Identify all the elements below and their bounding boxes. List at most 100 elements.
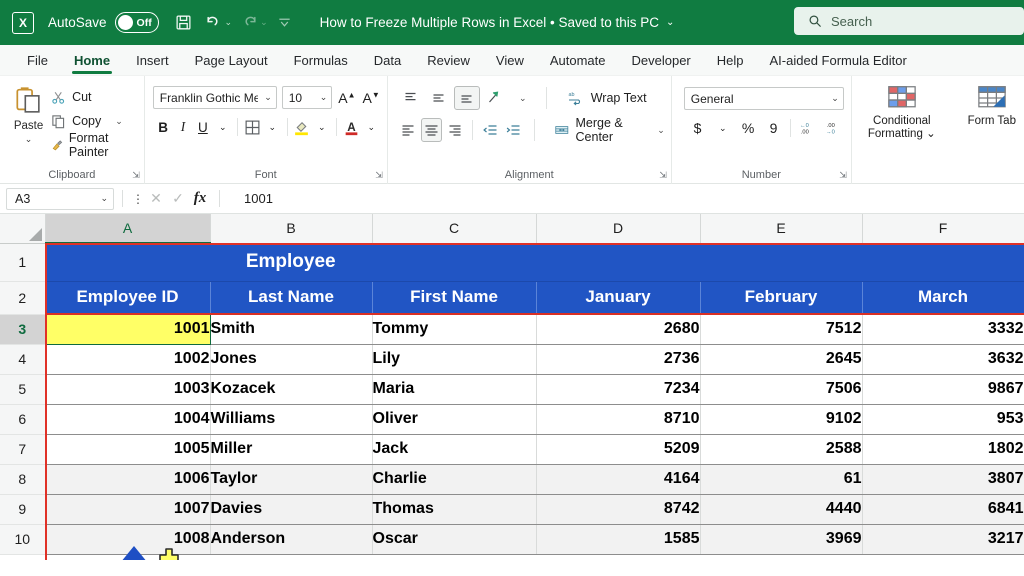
cell-d6[interactable]: 8710 [536, 404, 700, 434]
formula-bar-more-icon[interactable]: ⋮ [131, 192, 145, 206]
cell-a4[interactable]: 1002 [45, 344, 210, 374]
decrease-font-size-button[interactable]: A▼ [361, 90, 380, 106]
row-header-7[interactable]: 7 [0, 434, 45, 464]
number-format-select[interactable]: General ⌄ [684, 87, 844, 110]
cell-f3[interactable]: 3332 [862, 314, 1024, 344]
font-color-icon[interactable]: A [342, 115, 361, 139]
row-header-6[interactable]: 6 [0, 404, 45, 434]
cell-a7[interactable]: 1005 [45, 434, 210, 464]
row-header-1[interactable]: 1 [0, 243, 45, 281]
cell-a9[interactable]: 1007 [45, 494, 210, 524]
font-size-caret-icon[interactable]: ⌄ [320, 92, 328, 103]
font-name-input[interactable]: Franklin Gothic Me ⌄ [153, 86, 277, 109]
column-header-c[interactable]: C [372, 214, 536, 243]
cut-button[interactable]: Cut [51, 86, 138, 108]
cell-e7[interactable]: 2588 [700, 434, 862, 464]
cell-d5[interactable]: 7234 [536, 374, 700, 404]
italic-button[interactable]: I [174, 115, 193, 139]
cell-a8[interactable]: 1006 [45, 464, 210, 494]
cell-f10[interactable]: 3217 [862, 524, 1024, 554]
number-dialog-launcher-icon[interactable]: ⇲ [839, 170, 847, 181]
name-box[interactable]: A3 ⌄ [6, 188, 114, 210]
merged-title-cell[interactable]: Employee [45, 243, 536, 281]
insert-function-icon[interactable]: fx [189, 190, 211, 207]
header-cell-b2[interactable]: Last Name [210, 281, 372, 314]
orientation-icon[interactable] [482, 86, 508, 110]
tab-developer[interactable]: Developer [619, 45, 704, 76]
tab-automate[interactable]: Automate [537, 45, 619, 76]
cancel-icon[interactable]: ✕ [145, 190, 167, 207]
cell-b4[interactable]: Jones [210, 344, 372, 374]
title-fill-f1[interactable] [862, 243, 1024, 281]
column-header-e[interactable]: E [700, 214, 862, 243]
number-format-caret-icon[interactable]: ⌄ [831, 93, 839, 104]
search-input[interactable]: Search [794, 7, 1024, 35]
conditional-formatting-button[interactable]: Conditional Formatting ⌄ [862, 84, 942, 184]
row-header-3[interactable]: 3 [0, 314, 45, 344]
align-bottom-button[interactable] [454, 86, 480, 110]
underline-caret-icon[interactable]: ⌄ [213, 115, 232, 139]
copy-caret-icon[interactable]: ⌄ [115, 116, 123, 127]
cell-f9[interactable]: 6841 [862, 494, 1024, 524]
cell-f8[interactable]: 3807 [862, 464, 1024, 494]
row-header-10[interactable]: 10 [0, 524, 45, 554]
tab-insert[interactable]: Insert [123, 45, 182, 76]
cell-b10[interactable]: Anderson [210, 524, 372, 554]
name-box-caret-icon[interactable]: ⌄ [100, 193, 108, 204]
header-cell-a2[interactable]: Employee ID [45, 281, 210, 314]
cell-d7[interactable]: 5209 [536, 434, 700, 464]
accounting-format-button[interactable]: $ [686, 117, 709, 139]
merge-center-caret-icon[interactable]: ⌄ [657, 125, 665, 136]
format-painter-button[interactable]: Format Painter [51, 134, 138, 156]
font-name-caret-icon[interactable]: ⌄ [264, 92, 272, 103]
document-title[interactable]: How to Freeze Multiple Rows in Excel • S… [320, 15, 659, 30]
cell-d3[interactable]: 2680 [536, 314, 700, 344]
select-all-corner[interactable] [0, 214, 45, 243]
format-as-table-button[interactable]: Form Tab [952, 84, 1024, 184]
cell-b9[interactable]: Davies [210, 494, 372, 524]
increase-decimal-icon[interactable]: ←0 .00 [796, 117, 819, 139]
cell-d10[interactable]: 1585 [536, 524, 700, 554]
cell-c7[interactable]: Jack [372, 434, 536, 464]
increase-indent-button[interactable] [503, 118, 524, 142]
header-cell-c2[interactable]: First Name [372, 281, 536, 314]
clipboard-dialog-launcher-icon[interactable]: ⇲ [132, 170, 140, 181]
accounting-caret-icon[interactable]: ⌄ [711, 117, 734, 139]
fill-color-caret-icon[interactable]: ⌄ [312, 115, 331, 139]
cell-c8[interactable]: Charlie [372, 464, 536, 494]
title-fill-e1[interactable] [700, 243, 862, 281]
save-icon[interactable] [169, 8, 199, 38]
cell-c3[interactable]: Tommy [372, 314, 536, 344]
fill-color-icon[interactable] [292, 115, 311, 139]
title-fill-d1[interactable] [536, 243, 700, 281]
font-size-input[interactable]: 10 ⌄ [282, 86, 333, 109]
alignment-dialog-launcher-icon[interactable]: ⇲ [659, 170, 667, 181]
header-cell-d2[interactable]: January [536, 281, 700, 314]
borders-caret-icon[interactable]: ⌄ [263, 115, 282, 139]
decrease-indent-button[interactable] [480, 118, 501, 142]
align-top-button[interactable] [398, 86, 424, 110]
cell-b5[interactable]: Kozacek [210, 374, 372, 404]
cell-b7[interactable]: Miller [210, 434, 372, 464]
borders-icon[interactable] [243, 115, 262, 139]
cell-e9[interactable]: 4440 [700, 494, 862, 524]
header-cell-f2[interactable]: March [862, 281, 1024, 314]
row-header-9[interactable]: 9 [0, 494, 45, 524]
formula-input[interactable]: 1001 [228, 191, 1024, 206]
enter-icon[interactable]: ✓ [167, 190, 189, 207]
cell-a5[interactable]: 1003 [45, 374, 210, 404]
cell-f5[interactable]: 9867 [862, 374, 1024, 404]
cell-e6[interactable]: 9102 [700, 404, 862, 434]
align-left-button[interactable] [398, 118, 419, 142]
cell-c10[interactable]: Oscar [372, 524, 536, 554]
merge-center-button[interactable]: Merge & Center ⌄ [555, 116, 665, 144]
cell-d9[interactable]: 8742 [536, 494, 700, 524]
cell-e10[interactable]: 3969 [700, 524, 862, 554]
cell-b6[interactable]: Williams [210, 404, 372, 434]
tab-formulas[interactable]: Formulas [281, 45, 361, 76]
tab-help[interactable]: Help [704, 45, 757, 76]
percent-style-button[interactable]: % [736, 117, 759, 139]
cell-c9[interactable]: Thomas [372, 494, 536, 524]
comma-style-button[interactable]: 9 [762, 117, 785, 139]
decrease-decimal-icon[interactable]: .00 →0 [821, 117, 844, 139]
